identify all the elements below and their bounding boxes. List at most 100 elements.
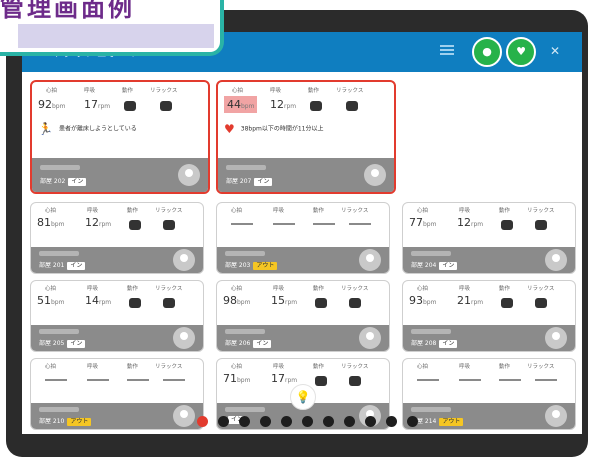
status-badge: イン	[439, 340, 458, 348]
relax-label: リラックス	[527, 208, 555, 214]
pager-dot[interactable]	[365, 416, 376, 427]
bpm-unit: bpm	[241, 103, 255, 110]
empty-resp	[87, 379, 109, 381]
motion-icon	[124, 101, 136, 111]
alert-message: ♥ 38bpm以下の時間が11分以上	[224, 122, 324, 136]
vital-stats: 心拍 呼吸 動作 リラックス 98bpm 15rpm	[217, 281, 389, 311]
vital-stats: 心拍 呼吸 動作 リラックス 51bpm 14rpm	[31, 281, 203, 311]
card-footer: 部屋 206 イン	[217, 325, 389, 351]
lightbulb-icon[interactable]: 💡	[290, 384, 316, 410]
relax-icon	[160, 101, 172, 111]
dashboard-screen: ☰ / ダッシュボード ● ♥ ✕ 心拍 呼吸 動作 リラックス 92bpm 1…	[22, 32, 582, 434]
motion-icon	[129, 220, 141, 230]
avatar	[178, 164, 200, 186]
motion-icon	[315, 376, 327, 386]
pager-dot[interactable]	[386, 416, 397, 427]
relax-icon	[349, 376, 361, 386]
status-badge: アウト	[253, 262, 278, 270]
room-number: 部屋 202	[40, 178, 66, 185]
list-view-icon[interactable]	[440, 43, 454, 55]
patient-card[interactable]: 心拍 呼吸 動作 リラックス 93bpm 21rpm 部屋 208 イン	[402, 280, 576, 352]
person-icon[interactable]: ●	[472, 37, 502, 67]
resp-label: 呼吸	[459, 364, 471, 370]
heart-rate-value: 93	[409, 294, 423, 307]
avatar	[359, 249, 381, 271]
caption-band	[18, 24, 214, 48]
alert-card-room-202[interactable]: 心拍 呼吸 動作 リラックス 92bpm 17rpm 🏃 患者が離床しようとしてい…	[30, 80, 210, 194]
room-info: 部屋 202 イン	[40, 176, 87, 186]
resp-value: 21	[457, 294, 471, 307]
patient-name	[39, 329, 79, 334]
relax-label: リラックス	[155, 364, 183, 370]
empty-motion	[313, 223, 335, 225]
room-info: 部屋 204 イン	[411, 260, 458, 270]
pager-dot[interactable]	[323, 416, 334, 427]
empty-resp	[459, 379, 481, 381]
resp-label: 呼吸	[87, 286, 99, 292]
motion-label: 動作	[499, 286, 511, 292]
relax-icon	[346, 101, 358, 111]
relax-label: リラックス	[341, 286, 369, 292]
empty-motion	[127, 379, 149, 381]
patient-card[interactable]: 心拍 呼吸 動作 リラックス 98bpm 15rpm 部屋 206 イン	[216, 280, 390, 352]
motion-label: 動作	[127, 208, 139, 214]
room-number: 部屋 203	[225, 262, 251, 269]
bpm-unit: bpm	[423, 221, 437, 228]
vital-stats: 心拍 呼吸 動作 リラックス 77bpm 12rpm	[403, 203, 575, 233]
pager-dot[interactable]	[302, 416, 313, 427]
rpm-unit: rpm	[99, 221, 112, 228]
room-info: 部屋 207 イン	[226, 176, 273, 186]
patient-name	[411, 407, 451, 412]
rpm-unit: rpm	[285, 299, 298, 306]
resp-value: 17	[84, 98, 98, 111]
avatar	[173, 249, 195, 271]
pager-dot[interactable]	[260, 416, 271, 427]
pager-dot[interactable]	[239, 416, 250, 427]
patient-card[interactable]: 心拍 呼吸 動作 リラックス 77bpm 12rpm 部屋 204 イン	[402, 202, 576, 274]
room-number: 部屋 208	[411, 340, 437, 347]
pager-dot[interactable]	[344, 416, 355, 427]
heart-rate-label: 心拍	[231, 208, 243, 214]
avatar	[359, 327, 381, 349]
relax-label: リラックス	[341, 208, 369, 214]
heart-monitor-icon[interactable]: ♥	[506, 37, 536, 67]
pager-dot[interactable]	[218, 416, 229, 427]
avatar	[545, 327, 567, 349]
patient-name	[411, 329, 451, 334]
avatar	[173, 327, 195, 349]
patient-card[interactable]: 心拍 呼吸 動作 リラックス 81bpm 12rpm 部屋 201 イン	[30, 202, 204, 274]
vital-stats: 心拍 呼吸 動作 リラックス 92bpm 17rpm	[32, 82, 208, 112]
resp-label: 呼吸	[87, 208, 99, 214]
card-footer: 部屋 202 イン	[32, 158, 208, 192]
overlay-title: 管理画面例	[0, 0, 135, 22]
relax-icon	[535, 298, 547, 308]
relax-icon	[349, 298, 361, 308]
resp-label: 呼吸	[459, 208, 471, 214]
heart-rate-label: 心拍	[231, 364, 243, 370]
status-badge: イン	[254, 178, 273, 186]
patient-card[interactable]: 心拍 呼吸 動作 リラックス 51bpm 14rpm 部屋 205 イン	[30, 280, 204, 352]
mute-icon[interactable]: ✕	[550, 44, 560, 58]
pager-dot[interactable]	[197, 416, 208, 427]
patient-card[interactable]: 心拍 呼吸 動作 リラックス部屋 203 アウト	[216, 202, 390, 274]
pager-dot[interactable]	[407, 416, 418, 427]
room-info: 部屋 205 イン	[39, 338, 86, 348]
empty-relax	[535, 379, 557, 381]
bpm-unit: bpm	[51, 299, 65, 306]
relax-label: リラックス	[527, 364, 555, 370]
room-info: 部屋 206 イン	[225, 338, 272, 348]
heart-rate-value: 92	[38, 98, 52, 111]
alert-card-room-207[interactable]: 心拍 呼吸 動作 リラックス 44bpm 12rpm ♥ 38bpm以下の時間が1…	[216, 80, 396, 194]
heart-rate-value: 81	[37, 216, 51, 229]
resp-value: 17	[271, 372, 285, 385]
room-number: 部屋 206	[225, 340, 251, 347]
patient-name	[225, 329, 265, 334]
pager-dot[interactable]	[281, 416, 292, 427]
relax-label: リラックス	[341, 364, 369, 370]
heart-rate-value: 98	[223, 294, 237, 307]
vital-stats: 心拍 呼吸 動作 リラックス	[217, 203, 389, 233]
vital-stats: 心拍 呼吸 動作 リラックス 81bpm 12rpm	[31, 203, 203, 233]
bpm-unit: bpm	[237, 299, 251, 306]
motion-label: 動作	[308, 88, 320, 94]
resp-label: 呼吸	[273, 364, 285, 370]
